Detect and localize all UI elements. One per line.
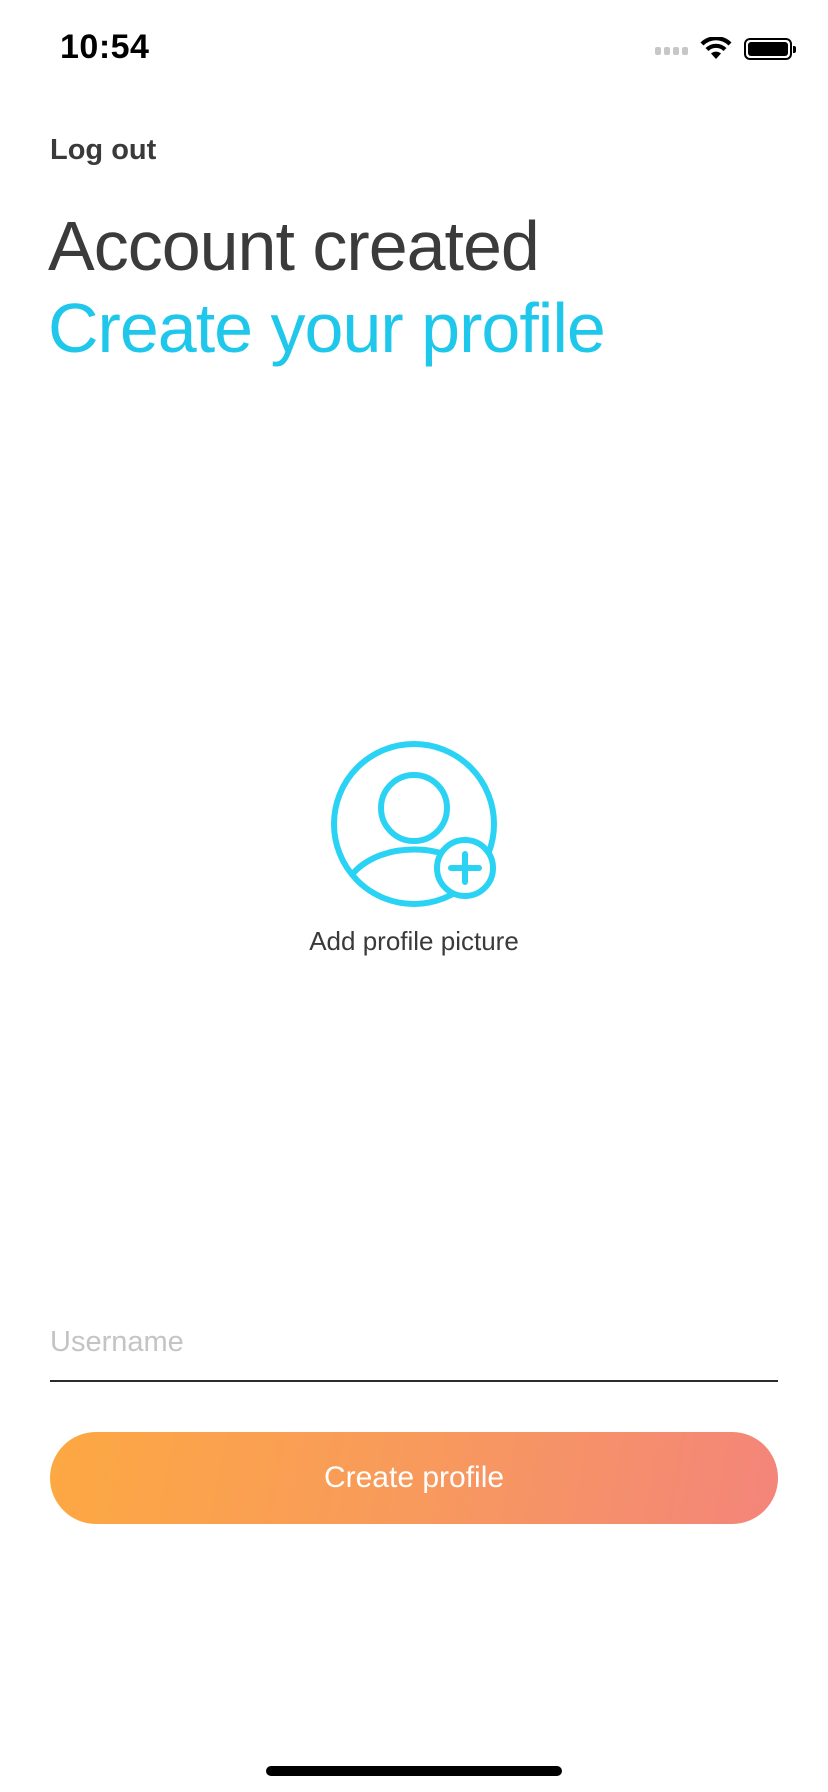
add-profile-picture-icon (331, 741, 497, 907)
add-profile-picture-label: Add profile picture (309, 926, 519, 956)
page-subtitle: Create your profile (48, 289, 606, 367)
add-profile-picture-button[interactable] (324, 734, 504, 914)
status-icons (655, 36, 796, 62)
username-input[interactable] (50, 1304, 778, 1382)
status-bar: 10:54 (0, 0, 828, 100)
home-indicator (266, 1766, 562, 1776)
status-time: 10:54 (60, 28, 150, 66)
battery-icon (744, 38, 796, 60)
logout-button[interactable]: Log out (50, 134, 156, 167)
wifi-icon (700, 37, 732, 59)
create-profile-button[interactable]: Create profile (50, 1432, 778, 1524)
cellular-signal-icon (655, 43, 688, 55)
page-title: Account created (48, 207, 540, 285)
